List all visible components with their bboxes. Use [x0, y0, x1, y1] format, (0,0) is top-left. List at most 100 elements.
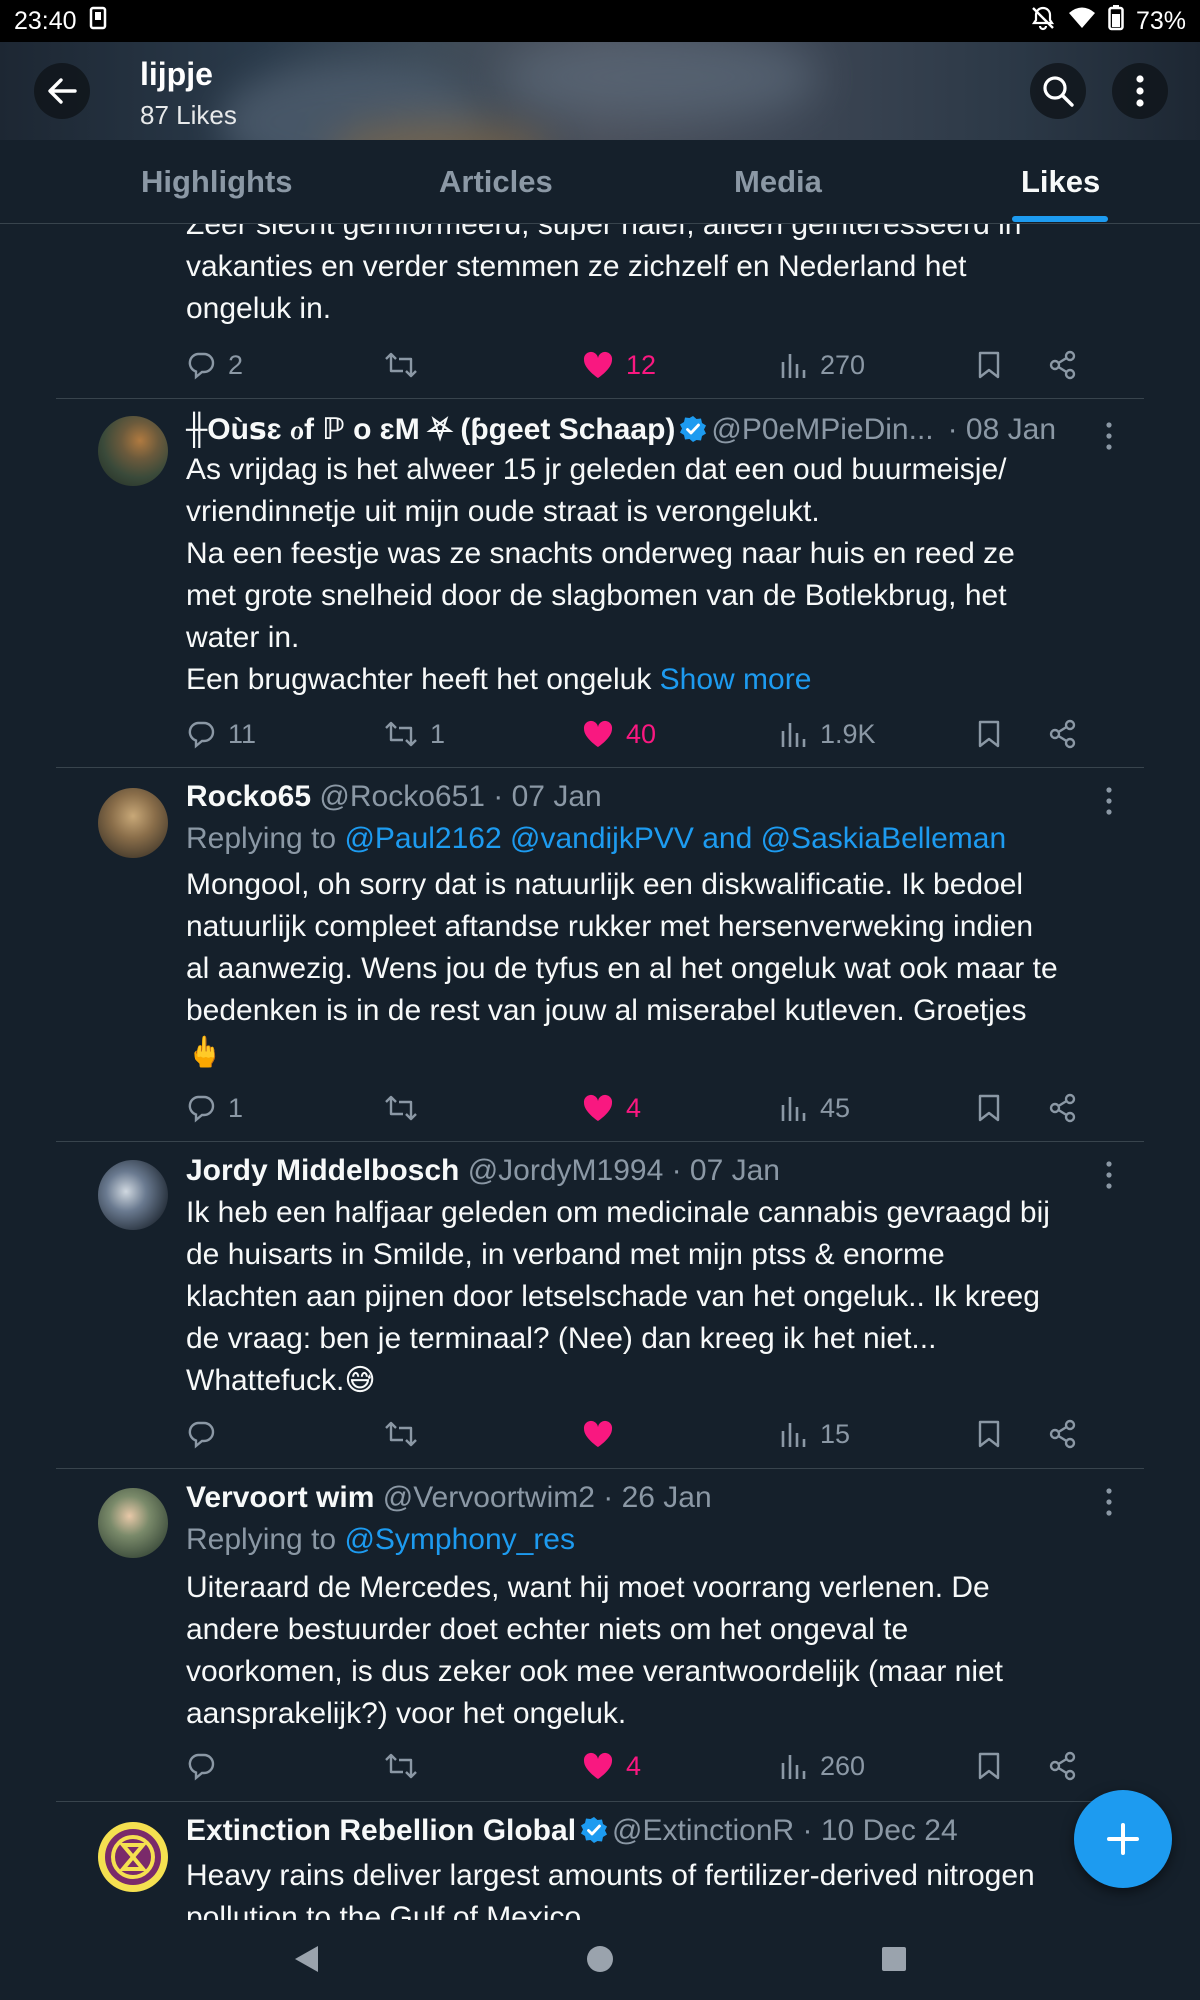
retweet-button[interactable]	[384, 1088, 430, 1128]
share-icon	[1049, 1751, 1076, 1781]
retweet-icon	[385, 1095, 417, 1121]
reply-button[interactable]: 1	[186, 1088, 243, 1128]
more-vertical-icon	[1136, 75, 1144, 107]
search-button[interactable]	[1030, 63, 1086, 119]
divider	[56, 767, 1144, 768]
retweet-button[interactable]	[384, 1746, 430, 1786]
tab-highlights[interactable]: Highlights	[141, 164, 293, 200]
status-time: 23:40	[14, 6, 77, 35]
views-chart-icon	[781, 723, 806, 747]
active-tab-indicator	[1012, 216, 1108, 222]
views-chart-icon	[781, 1423, 806, 1447]
share-button[interactable]	[1048, 1414, 1078, 1454]
tweet-actions: 15	[186, 1414, 1086, 1454]
author-handle[interactable]: @P0eMPieDin...	[711, 413, 933, 446]
like-button[interactable]: 4	[582, 1088, 641, 1128]
like-button[interactable]: 40	[582, 714, 656, 754]
compose-button[interactable]	[1074, 1790, 1172, 1888]
retweet-button[interactable]	[384, 345, 430, 385]
bookmark-button[interactable]	[976, 1414, 1002, 1454]
heart-filled-icon	[583, 1420, 613, 1447]
share-button[interactable]	[1048, 345, 1078, 385]
share-button[interactable]	[1048, 714, 1078, 754]
author-handle[interactable]: @Vervoortwim2 · 26 Jan	[383, 1481, 712, 1514]
author-handle[interactable]: @Rocko651 · 07 Jan	[319, 780, 601, 813]
nav-home-icon[interactable]	[585, 1944, 615, 1974]
bookmark-button[interactable]	[976, 1746, 1002, 1786]
like-count: 4	[626, 1092, 642, 1123]
share-icon	[1049, 350, 1076, 380]
reply-icon	[188, 721, 215, 749]
likes-feed[interactable]: Zeer slecht geïnformeerd, super naief, a…	[0, 224, 1200, 1920]
nav-back-icon[interactable]	[292, 1944, 320, 1974]
wifi-icon	[1068, 6, 1096, 37]
tweet-more-icon[interactable]	[1102, 786, 1116, 816]
show-more-link[interactable]: Show more	[660, 663, 812, 696]
avatar[interactable]	[98, 641, 168, 711]
reply-button[interactable]: 11	[186, 714, 256, 754]
reply-icon	[188, 1421, 215, 1449]
tweet-more-icon[interactable]	[1102, 1487, 1116, 1517]
reply-button[interactable]: 2	[186, 345, 243, 385]
avatar[interactable]	[98, 416, 168, 486]
tweet-author-line: Extinction Rebellion Global @ExtinctionR …	[186, 1814, 958, 1852]
retweet-button[interactable]	[384, 1414, 430, 1454]
avatar[interactable]	[98, 788, 168, 858]
tweet-text: Uiteraard de Mercedes, want hij moet voo…	[186, 1571, 1004, 1730]
nav-recents-icon[interactable]	[880, 1944, 908, 1974]
bookmark-icon	[978, 351, 1000, 379]
bookmark-button[interactable]	[976, 1088, 1002, 1128]
author-handle[interactable]: @ExtinctionR · 10 Dec 24	[612, 1814, 958, 1847]
mention-link[interactable]: @Symphony_res	[344, 1523, 575, 1556]
author-name[interactable]: Rocko65	[186, 780, 311, 813]
bookmark-button[interactable]	[976, 345, 1002, 385]
tweet-more-icon[interactable]	[1102, 1160, 1116, 1190]
mention-link[interactable]: @Paul2162 @vandijkPVV and @SaskiaBellema…	[344, 822, 1006, 855]
share-icon	[1049, 719, 1076, 749]
reply-button[interactable]	[186, 1746, 228, 1786]
tweet-more-icon[interactable]	[1102, 421, 1116, 451]
reply-icon	[188, 1753, 215, 1781]
like-button[interactable]: 12	[582, 345, 656, 385]
author-handle[interactable]: @JordyM1994 · 07 Jan	[468, 1154, 780, 1187]
tweet[interactable]: Zeer slecht geïnformeerd, super naief, a…	[0, 224, 1200, 398]
views-chart-icon	[781, 1755, 806, 1779]
views-button[interactable]: 260	[780, 1746, 865, 1786]
back-button[interactable]	[34, 63, 90, 119]
tab-likes[interactable]: Likes	[1021, 164, 1100, 200]
author-name[interactable]: Jordy Middelbosch	[186, 1154, 459, 1187]
views-count: 1.9K	[820, 718, 876, 749]
tweet-actions: 11 1 40 1.9K	[186, 714, 1086, 754]
bookmark-button[interactable]	[976, 714, 1002, 754]
reply-icon	[188, 1095, 215, 1123]
share-button[interactable]	[1048, 1746, 1078, 1786]
more-options-button[interactable]	[1112, 63, 1168, 119]
reply-button[interactable]	[186, 1414, 228, 1454]
extinction-symbol-icon	[105, 1829, 161, 1885]
mute-icon	[1030, 5, 1056, 38]
like-count: 40	[626, 718, 657, 749]
like-button[interactable]	[582, 1414, 626, 1454]
retweet-button[interactable]: 1	[384, 714, 445, 754]
share-icon	[1049, 1419, 1076, 1449]
views-button[interactable]: 15	[780, 1414, 850, 1454]
views-button[interactable]: 45	[780, 1088, 850, 1128]
avatar[interactable]	[98, 1160, 168, 1230]
reply-count: 1	[228, 1092, 244, 1123]
author-name[interactable]: Vervoort wim	[186, 1481, 374, 1514]
share-button[interactable]	[1048, 1088, 1078, 1128]
author-name[interactable]: Extinction Rebellion Global	[186, 1814, 576, 1847]
views-button[interactable]: 270	[780, 345, 865, 385]
like-button[interactable]: 4	[582, 1746, 641, 1786]
reply-icon	[188, 352, 215, 380]
like-count: 12	[626, 349, 657, 380]
avatar[interactable]	[98, 1488, 168, 1558]
avatar[interactable]	[98, 1822, 168, 1892]
views-button[interactable]: 1.9K	[780, 714, 876, 754]
author-name[interactable]: ╫Oùꜱɛ ℴf ℙ ο ɛM ⛧ (ƥgeet Schaap)	[186, 413, 675, 446]
tweet-text: Ik heb een halfjaar geleden om medicinal…	[186, 1196, 1050, 1397]
tab-media[interactable]: Media	[734, 164, 822, 200]
like-count: 4	[626, 1750, 642, 1781]
retweet-icon	[385, 1753, 417, 1779]
tab-articles[interactable]: Articles	[439, 164, 553, 200]
